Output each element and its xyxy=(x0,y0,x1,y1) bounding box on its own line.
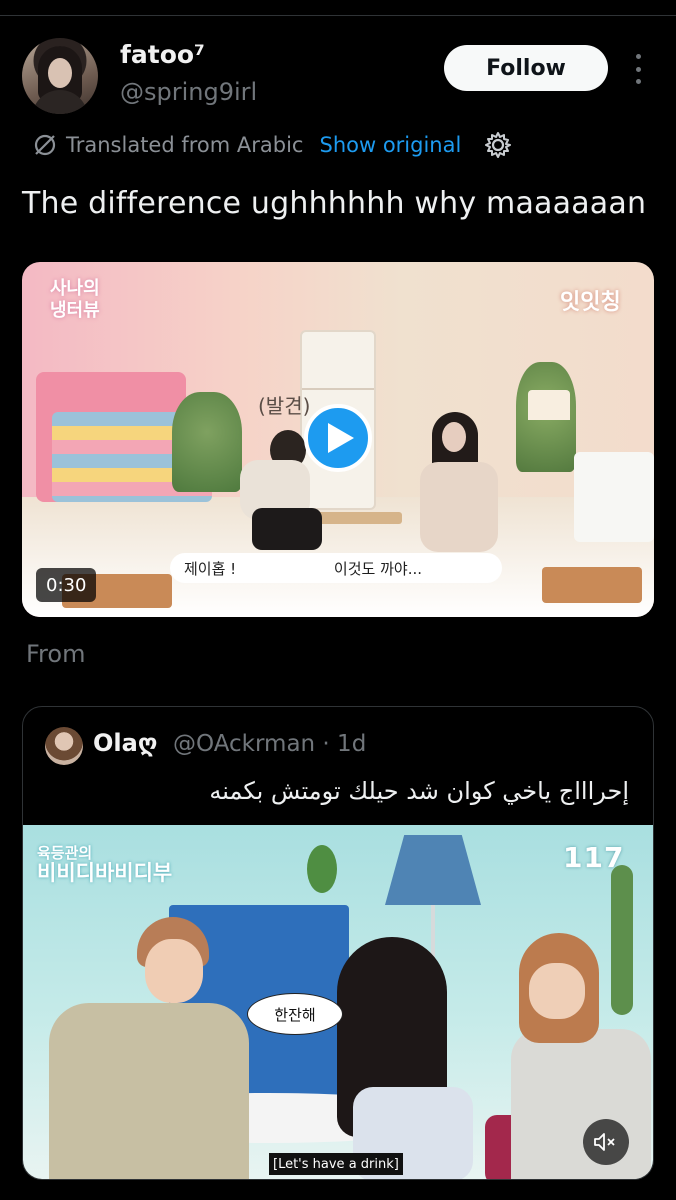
video2-lamp xyxy=(385,835,481,905)
video2-subtitle: [Let's have a drink] xyxy=(269,1153,403,1175)
avatar-face xyxy=(48,58,72,88)
follow-button[interactable]: Follow xyxy=(444,45,608,91)
video1-lamp xyxy=(528,390,570,420)
show-original-link[interactable]: Show original xyxy=(319,133,461,157)
video2-logo-bottom: 비비디바비디부 xyxy=(37,861,173,885)
video2-logo-top: 육등관의 xyxy=(37,844,93,862)
quoted-display-name: Olaღ xyxy=(93,729,158,757)
video1-bubble-text: (발견) xyxy=(258,394,311,418)
tweet-text: The difference ughhhhhh why maaaaaan xyxy=(22,186,647,221)
video-player-1[interactable]: 사나의 냉터뷰 잇잇칭 (발견) 제이홉 ! 이것도 까야... 0:30 xyxy=(22,262,654,617)
play-button[interactable] xyxy=(304,404,372,472)
speaker-muted-icon xyxy=(594,1133,615,1151)
video2-person-middle xyxy=(313,937,473,1179)
top-divider xyxy=(0,15,676,16)
video2-plant-top xyxy=(307,845,337,893)
mute-button[interactable] xyxy=(583,1119,629,1165)
video1-cabinet xyxy=(574,452,654,542)
video2-show-logo: 육등관의 비비디바비디부 xyxy=(37,843,173,885)
video2-person-left xyxy=(33,917,249,1179)
video1-caption-left: 제이홉 ! xyxy=(184,559,237,578)
video-player-2[interactable]: 육등관의 비비디바비디부 117 한잔해 [Let's have a drink… xyxy=(23,825,653,1179)
quoted-user-avatar[interactable] xyxy=(45,727,83,765)
translation-bar: Translated from Arabic Show original xyxy=(32,130,513,160)
from-label: From xyxy=(26,640,86,668)
video1-channel-logo: 잇잇칭 xyxy=(560,290,621,315)
video1-show-logo: 사나의 냉터뷰 xyxy=(50,278,100,321)
translated-from-label: Translated from Arabic xyxy=(66,133,304,157)
play-icon xyxy=(328,423,354,453)
video1-center-table xyxy=(312,512,402,524)
more-options-icon[interactable] xyxy=(627,54,649,84)
user-handle[interactable]: @spring9irl xyxy=(120,78,257,106)
video1-caption-bar: 제이홉 ! 이것도 까야... xyxy=(170,553,502,583)
quoted-handle-time: @OAckrman · 1d xyxy=(173,731,367,757)
display-name[interactable]: fatoo⁷ xyxy=(120,40,205,69)
gear-icon[interactable] xyxy=(483,130,513,160)
quoted-tweet-card[interactable]: Olaღ @OAckrman · 1d إحراااج ياخي كوان شد… xyxy=(22,706,654,1180)
quoted-tweet-text: إحراااج ياخي كوان شد حيلك تومتش بكمنه xyxy=(209,777,629,805)
user-avatar[interactable] xyxy=(22,38,98,114)
video2-speech-bubble: 한잔해 xyxy=(247,993,343,1035)
video1-caption-right: 이것도 까야... xyxy=(333,559,422,578)
video2-channel-logo: 117 xyxy=(563,841,625,874)
translate-icon xyxy=(34,134,56,156)
video-duration-badge: 0:30 xyxy=(36,568,97,602)
video1-table-right xyxy=(542,567,642,603)
video1-person-right xyxy=(412,412,502,552)
